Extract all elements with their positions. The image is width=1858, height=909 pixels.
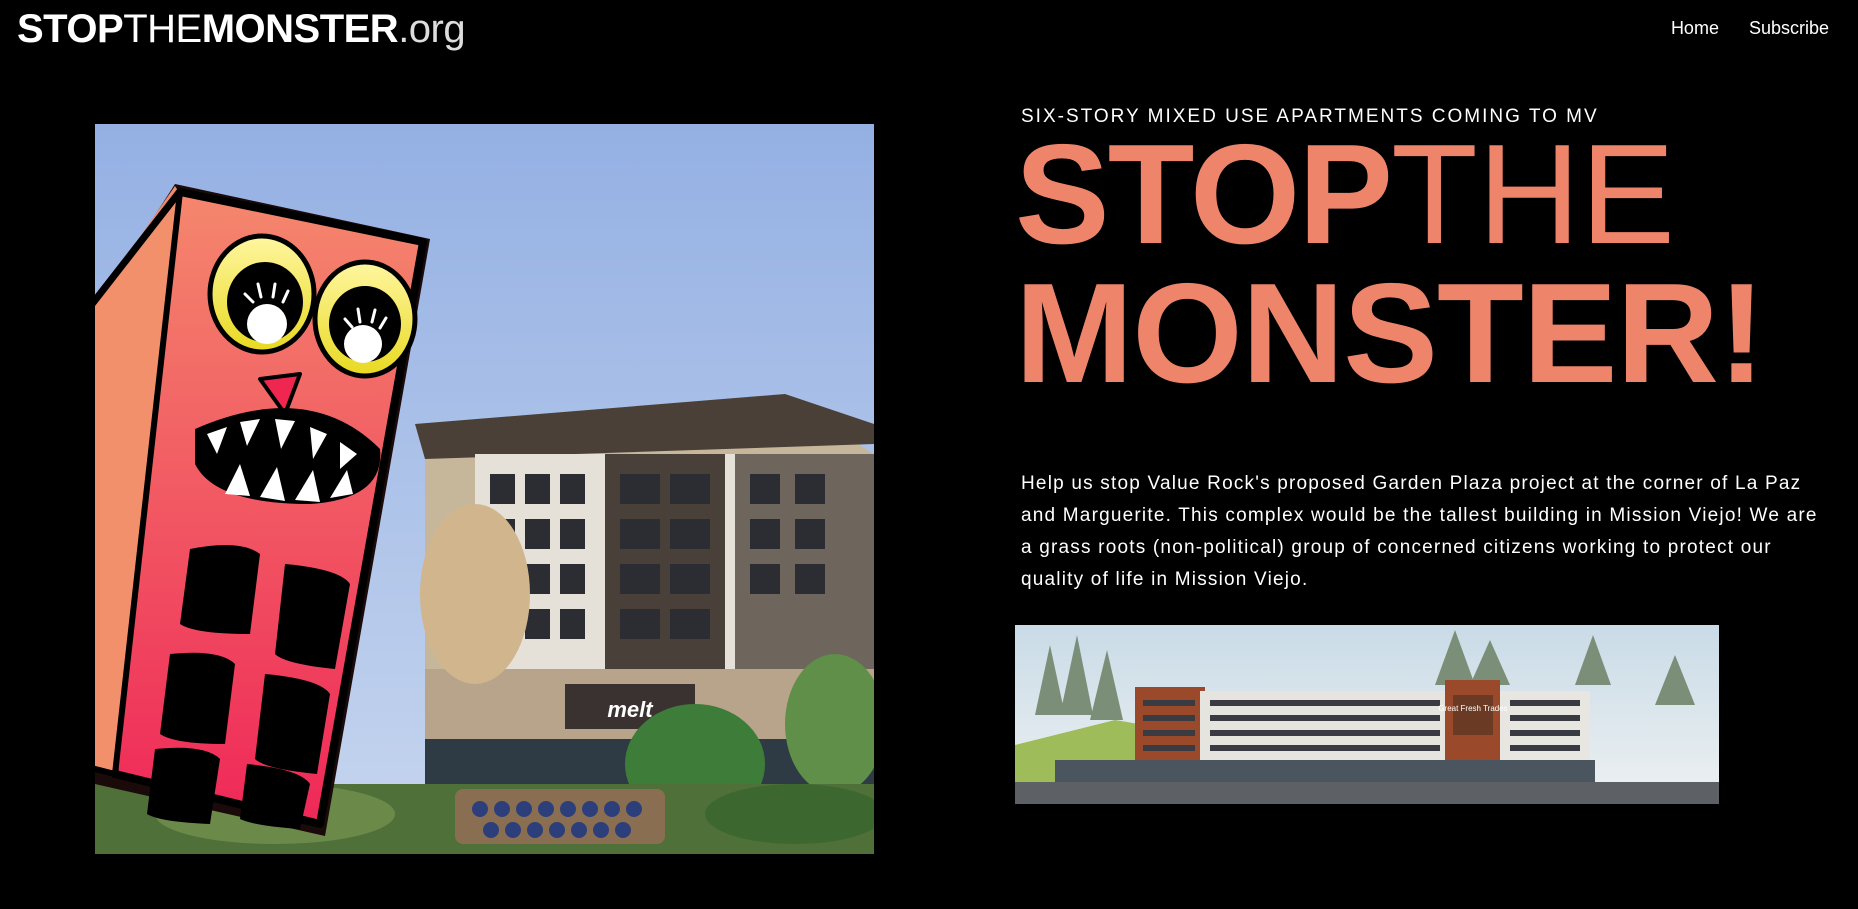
project-rendering-image: Great Fresh Trades: [1015, 625, 1719, 804]
top-nav: Home Subscribe: [1671, 16, 1829, 40]
rendering-sign: Great Fresh Trades: [1438, 704, 1507, 713]
hero-headline: STOPTHE MONSTER!: [1015, 124, 1765, 413]
headline-the: THE: [1391, 115, 1676, 274]
logo-stop: STOP: [17, 7, 124, 51]
logo-org: .org: [398, 7, 466, 51]
logo-monster: MONSTER: [201, 7, 399, 51]
site-logo[interactable]: STOPTHEMONSTER.org: [17, 4, 466, 54]
hero-illustration: melt: [95, 124, 874, 854]
headline-monster: MONSTER!: [1015, 253, 1765, 413]
nav-home[interactable]: Home: [1671, 16, 1719, 40]
nav-subscribe[interactable]: Subscribe: [1749, 16, 1829, 40]
rendering-illustration: Great Fresh Trades: [1015, 625, 1719, 804]
storefront-sign: melt: [607, 697, 654, 722]
hero-description: Help us stop Value Rock's proposed Garde…: [1021, 473, 1818, 590]
hero-image: melt: [95, 124, 874, 854]
logo-the: THE: [123, 7, 202, 51]
headline-stop: STOP: [1015, 115, 1393, 274]
